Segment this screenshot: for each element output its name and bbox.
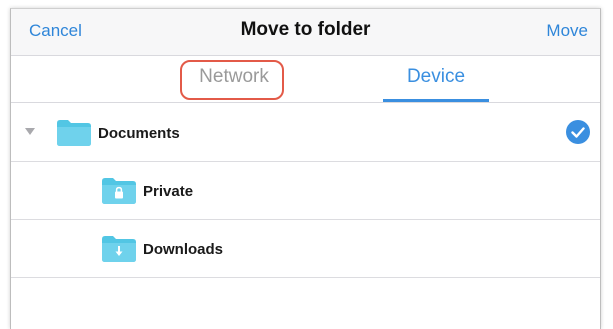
tab-device[interactable]: Device [383,56,489,102]
navigation-bar: Cancel Move to folder Move [11,9,600,56]
tab-device-underline [383,99,489,102]
folder-label: Downloads [143,241,224,258]
tab-device-label: Device [406,66,466,87]
folder-row-downloads[interactable]: Downloads [11,220,600,278]
folder-icon [57,120,91,151]
dialog-title: Move to folder [240,19,371,40]
location-tabs: Network Device [11,56,600,103]
folder-label: Documents [98,125,180,142]
folder-download-icon [102,236,136,267]
folder-label: Private [143,183,194,200]
disclosure-triangle-icon[interactable] [25,128,35,135]
move-to-folder-dialog: Cancel Move to folder Move Network Devic… [10,8,601,329]
folder-row-private[interactable]: Private [11,162,600,220]
move-button[interactable]: Move [546,21,588,41]
tab-network[interactable]: Network [180,56,288,102]
network-tab-highlight [180,60,284,100]
checkmark-icon [566,120,590,144]
folder-row-documents[interactable]: Documents [11,104,600,162]
folder-lock-icon [102,178,136,209]
row-divider [11,277,600,278]
